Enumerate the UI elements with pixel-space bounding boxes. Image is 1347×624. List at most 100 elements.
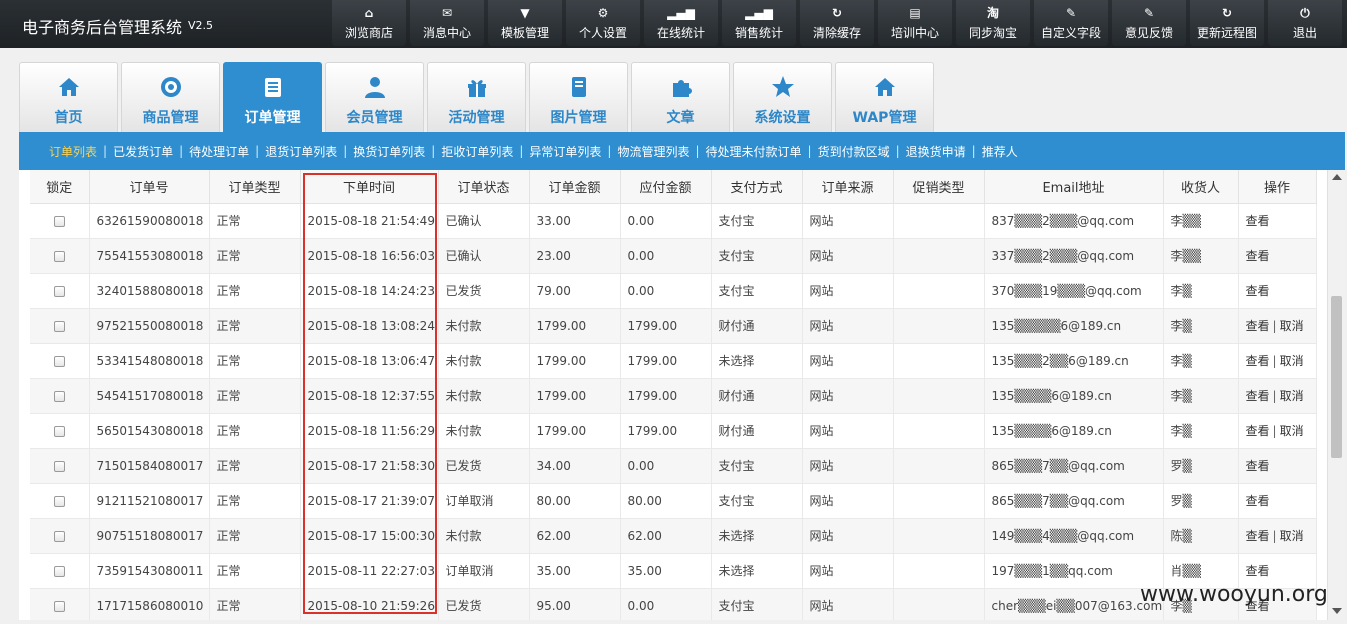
order-source-cell: 网站 <box>802 343 894 379</box>
scroll-up-arrow-icon[interactable] <box>1332 174 1342 180</box>
tab-4[interactable]: 活动管理 <box>427 62 526 133</box>
view-link[interactable]: 查看 <box>1246 389 1270 403</box>
column-header[interactable]: 支付方式 <box>711 170 803 204</box>
topnav-item-0[interactable]: ⌂ 浏览商店 <box>332 0 406 46</box>
column-header[interactable]: 订单号 <box>89 170 210 204</box>
lock-checkbox[interactable] <box>53 530 65 542</box>
tab-1[interactable]: 商品管理 <box>121 62 220 133</box>
view-link[interactable]: 查看 <box>1246 564 1270 578</box>
payment-method-cell: 未选择 <box>711 343 803 379</box>
lock-cell <box>30 238 90 274</box>
subnav-item-9[interactable]: 货到付款区域 <box>818 143 890 160</box>
lock-checkbox[interactable] <box>53 600 65 612</box>
topnav-item-9[interactable]: ✎ 自定义字段 <box>1034 0 1108 46</box>
topnav-item-2[interactable]: ▼ 模板管理 <box>488 0 562 46</box>
view-link[interactable]: 查看 <box>1246 494 1270 508</box>
actions-cell: 查看 <box>1238 483 1317 519</box>
column-header[interactable]: 订单状态 <box>438 170 530 204</box>
topnav-label: 意见反馈 <box>1124 25 1173 40</box>
view-link[interactable]: 查看 <box>1246 249 1270 263</box>
subnav-item-8[interactable]: 待处理未付款订单 <box>706 143 802 160</box>
tab-0[interactable]: 首页 <box>19 62 118 133</box>
subnav-item-10[interactable]: 退换货申请 <box>906 143 966 160</box>
subnav-item-3[interactable]: 退货订单列表 <box>265 143 337 160</box>
cancel-link[interactable]: 取消 <box>1280 354 1304 368</box>
tab-8[interactable]: WAP管理 <box>835 62 934 133</box>
tab-3[interactable]: 会员管理 <box>325 62 424 133</box>
order-status-cell: 未付款 <box>438 308 530 344</box>
column-header[interactable]: 应付金额 <box>620 170 712 204</box>
topnav-item-4[interactable]: ▂▄▆ 在线统计 <box>644 0 718 46</box>
view-link[interactable]: 查看 <box>1246 529 1270 543</box>
topnav-item-5[interactable]: ▂▄▆ 销售统计 <box>722 0 796 46</box>
lock-checkbox[interactable] <box>53 565 65 577</box>
topnav-item-3[interactable]: ⚙ 个人设置 <box>566 0 640 46</box>
cancel-link[interactable]: 取消 <box>1280 389 1304 403</box>
column-header[interactable]: 订单金额 <box>529 170 621 204</box>
view-link[interactable]: 查看 <box>1246 459 1270 473</box>
column-header[interactable]: 锁定 <box>30 170 90 204</box>
column-header[interactable]: 促销类型 <box>893 170 985 204</box>
table-row: 53341548080018 正常 2015-08-18 13:06:47 未付款 17… <box>30 343 1317 379</box>
tab-5[interactable]: 图片管理 <box>529 62 628 133</box>
view-link[interactable]: 查看 <box>1246 424 1270 438</box>
view-link[interactable]: 查看 <box>1246 354 1270 368</box>
home-icon <box>57 75 81 99</box>
top-bar: 电子商务后台管理系统 V2.5 ⌂ 浏览商店 ✉ 消息中心 ▼ 模板管理 ⚙ 个人设置 ▂▄▆ 在线… <box>0 0 1347 48</box>
cancel-link[interactable]: 取消 <box>1280 319 1304 333</box>
subnav-item-7[interactable]: 物流管理列表 <box>617 143 689 160</box>
subnav-item-2[interactable]: 待处理订单 <box>189 143 249 160</box>
lock-checkbox[interactable] <box>53 460 65 472</box>
topnav-item-8[interactable]: 淘同步淘宝 <box>956 0 1030 46</box>
tab-2[interactable]: 订单管理 <box>223 62 322 133</box>
action-separator: | <box>1272 354 1277 368</box>
tab-6[interactable]: 文章 <box>631 62 730 133</box>
lock-checkbox[interactable] <box>53 390 65 402</box>
scroll-thumb[interactable] <box>1331 296 1342 458</box>
column-header[interactable]: 下单时间 <box>300 170 439 204</box>
lock-checkbox[interactable] <box>53 425 65 437</box>
lock-checkbox[interactable] <box>53 320 65 332</box>
topnav-item-11[interactable]: ↻ 更新远程图 <box>1190 0 1264 46</box>
cancel-link[interactable]: 取消 <box>1280 424 1304 438</box>
cancel-link[interactable]: 取消 <box>1280 529 1304 543</box>
topnav-item-1[interactable]: ✉ 消息中心 <box>410 0 484 46</box>
subnav-item-11[interactable]: 推荐人 <box>982 143 1018 160</box>
order-amount-cell: 35.00 <box>529 553 621 589</box>
subnav-item-6[interactable]: 异常订单列表 <box>529 143 601 160</box>
order-time-cell: 2015-08-18 21:54:49 <box>300 203 439 239</box>
column-header[interactable]: 订单类型 <box>209 170 301 204</box>
lock-checkbox[interactable] <box>53 250 65 262</box>
view-link[interactable]: 查看 <box>1246 284 1270 298</box>
view-link[interactable]: 查看 <box>1246 319 1270 333</box>
amount-due-cell: 0.00 <box>620 448 712 484</box>
tab-7[interactable]: 系统设置 <box>733 62 832 133</box>
table-row: 90751518080017 正常 2015-08-17 15:00:30 未付款 62… <box>30 518 1317 554</box>
topnav-item-10[interactable]: ✎ 意见反馈 <box>1112 0 1186 46</box>
subnav-item-0[interactable]: 订单列表 <box>49 143 97 160</box>
view-link[interactable]: 查看 <box>1246 214 1270 228</box>
lock-checkbox[interactable] <box>53 215 65 227</box>
topnav-item-7[interactable]: ▤ 培训中心 <box>878 0 952 46</box>
pencil-icon: ✎ <box>1065 5 1077 20</box>
table-row: 17171586080010 正常 2015-08-10 21:59:26 已发货 95… <box>30 588 1317 620</box>
scroll-down-arrow-icon[interactable] <box>1332 608 1342 614</box>
subnav-separator: | <box>103 144 108 158</box>
vertical-scrollbar[interactable] <box>1327 170 1345 620</box>
column-header[interactable]: 操作 <box>1238 170 1317 204</box>
column-header[interactable]: 收货人 <box>1163 170 1239 204</box>
order-source-cell: 网站 <box>802 553 894 589</box>
order-type-cell: 正常 <box>209 308 301 344</box>
promo-type-cell <box>893 273 985 309</box>
subnav-item-1[interactable]: 已发货订单 <box>113 143 173 160</box>
topnav-item-6[interactable]: ↻ 清除缓存 <box>800 0 874 46</box>
email-cell: 837▒▒▒2▒▒▒@qq.com <box>984 203 1164 239</box>
lock-checkbox[interactable] <box>53 355 65 367</box>
column-header[interactable]: 订单来源 <box>802 170 894 204</box>
lock-checkbox[interactable] <box>53 495 65 507</box>
subnav-item-5[interactable]: 拒收订单列表 <box>441 143 513 160</box>
topnav-item-12[interactable]: ⏻ 退出 <box>1268 0 1342 46</box>
subnav-item-4[interactable]: 换货订单列表 <box>353 143 425 160</box>
column-header[interactable]: Email地址 <box>984 170 1164 204</box>
lock-checkbox[interactable] <box>53 285 65 297</box>
